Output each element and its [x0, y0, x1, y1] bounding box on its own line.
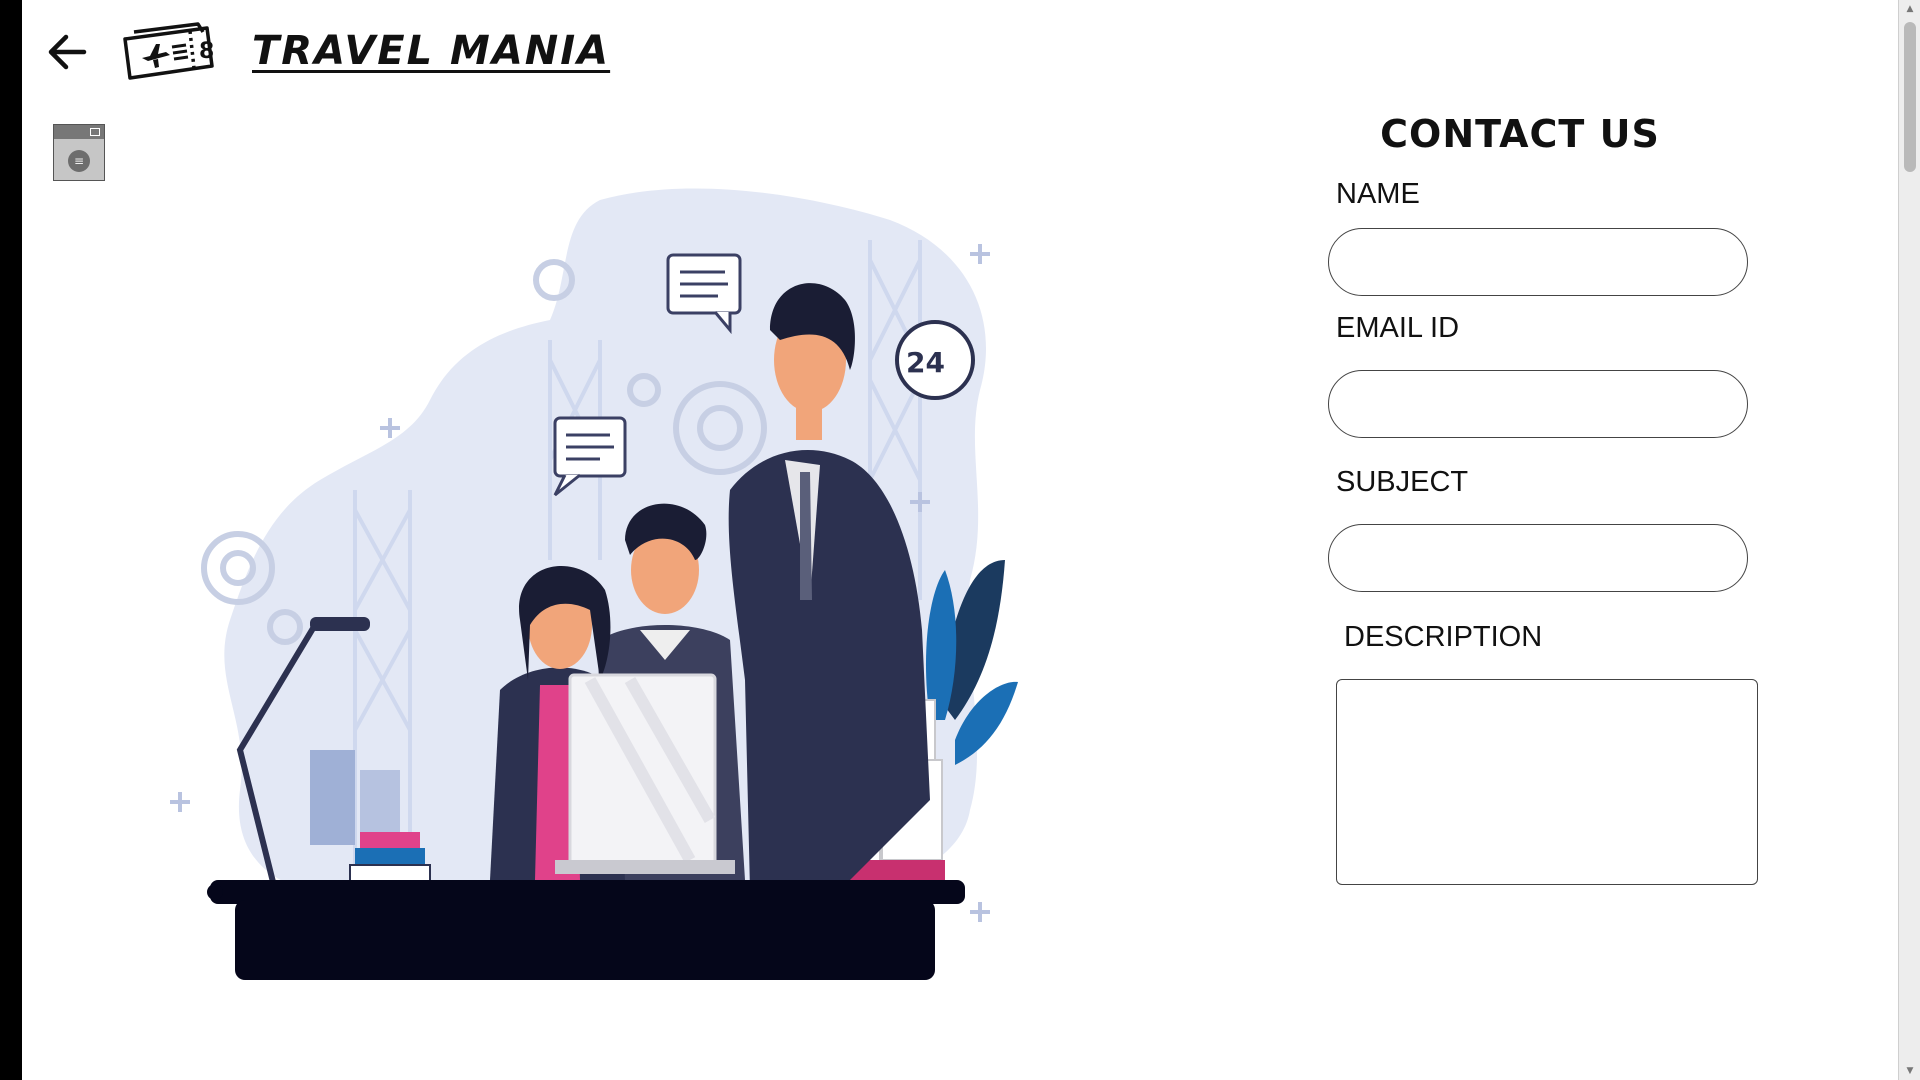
back-button[interactable]: [44, 28, 92, 76]
description-field[interactable]: [1336, 679, 1758, 885]
subject-field[interactable]: [1328, 524, 1748, 592]
airplane-ticket-icon: 8: [123, 22, 214, 80]
scroll-thumb[interactable]: [1904, 22, 1916, 172]
brand-title[interactable]: TRAVEL MANIA: [252, 28, 610, 74]
window-menu-icon[interactable]: ≡: [53, 124, 105, 181]
name-label: NAME: [1336, 178, 1420, 210]
support-24-badge: 24: [906, 346, 945, 379]
scroll-down-icon[interactable]: ▼: [1903, 1065, 1917, 1077]
name-field[interactable]: [1328, 228, 1748, 296]
vertical-scrollbar[interactable]: ▲ ▼: [1898, 0, 1920, 1080]
email-label: EMAIL ID: [1336, 312, 1460, 344]
left-window-edge: [0, 0, 22, 1080]
email-field[interactable]: [1328, 370, 1748, 438]
logo: 8: [120, 22, 222, 84]
support-team-illustration: 24: [170, 180, 1020, 1020]
subject-label: SUBJECT: [1336, 466, 1469, 498]
arrow-left-icon: [48, 34, 87, 70]
description-label: DESCRIPTION: [1344, 621, 1543, 653]
svg-text:8: 8: [199, 39, 214, 64]
scroll-up-icon[interactable]: ▲: [1903, 3, 1917, 15]
contact-title: CONTACT US: [1380, 112, 1660, 156]
